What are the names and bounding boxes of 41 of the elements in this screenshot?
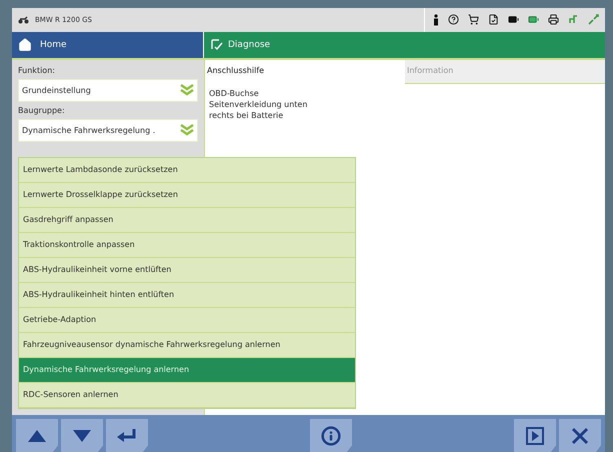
dropdown-option[interactable]: Lernwerte Drosselklappe zurücksetzen <box>19 182 355 208</box>
dropdown-option[interactable]: Dynamische Fahrwerksregelung anlernen <box>19 358 355 383</box>
dropdown-option[interactable]: Lernwerte Lambdasonde zurücksetzen <box>19 158 355 183</box>
info-button[interactable] <box>310 419 352 452</box>
dropdown-option[interactable]: RDC-Sensoren anlernen <box>19 382 355 408</box>
home-tab[interactable]: Home <box>12 32 204 58</box>
play-button[interactable] <box>514 419 556 452</box>
down-icon <box>73 430 91 442</box>
dropdown-option[interactable]: Traktionskontrolle anpassen <box>19 232 355 258</box>
info-icon <box>321 426 341 446</box>
cart-icon[interactable] <box>468 14 479 26</box>
dropdown-option[interactable]: ABS-Hydraulikeinheit hinten entlüften <box>19 282 355 308</box>
down-button[interactable] <box>61 419 103 452</box>
battery-icon[interactable] <box>508 14 519 26</box>
connection-hint: OBD-Buchse <box>209 88 260 99</box>
section-title: Diagnose <box>228 40 270 50</box>
home-icon <box>18 38 32 52</box>
dropdown-option[interactable]: Getriebe-Adaption <box>19 308 355 333</box>
dropdown-option[interactable]: ABS-Hydraulikeinheit vorne entlüften <box>19 258 355 283</box>
play-icon <box>526 426 544 444</box>
dropdown-option[interactable]: Gasdrehgriff anpassen <box>19 208 355 233</box>
close-icon <box>571 426 589 444</box>
up-button[interactable] <box>16 419 58 452</box>
diagnosis-icon <box>210 38 223 52</box>
help-icon[interactable] <box>448 14 459 26</box>
chevron-icon <box>180 124 194 136</box>
up-icon <box>28 430 46 442</box>
function-label: Funktion: <box>18 66 56 75</box>
printer-icon[interactable] <box>548 14 559 26</box>
enter-icon <box>117 428 137 442</box>
connection-hint: Seitenverkleidung unten <box>209 98 308 110</box>
group-label: Baugruppe: <box>18 106 66 115</box>
document-icon[interactable] <box>488 14 499 26</box>
chevron-icon <box>180 84 194 96</box>
enter-button[interactable] <box>106 419 148 452</box>
group-dropdown[interactable]: Dynamische Fahrwerksregelung . <box>18 118 198 142</box>
person-icon[interactable] <box>433 14 439 26</box>
connection-hint: rechts bei Batterie <box>209 110 284 121</box>
close-button[interactable] <box>559 419 601 452</box>
motorcycle-icon <box>18 16 29 24</box>
function-dropdown[interactable]: Grundeinstellung <box>18 78 198 102</box>
